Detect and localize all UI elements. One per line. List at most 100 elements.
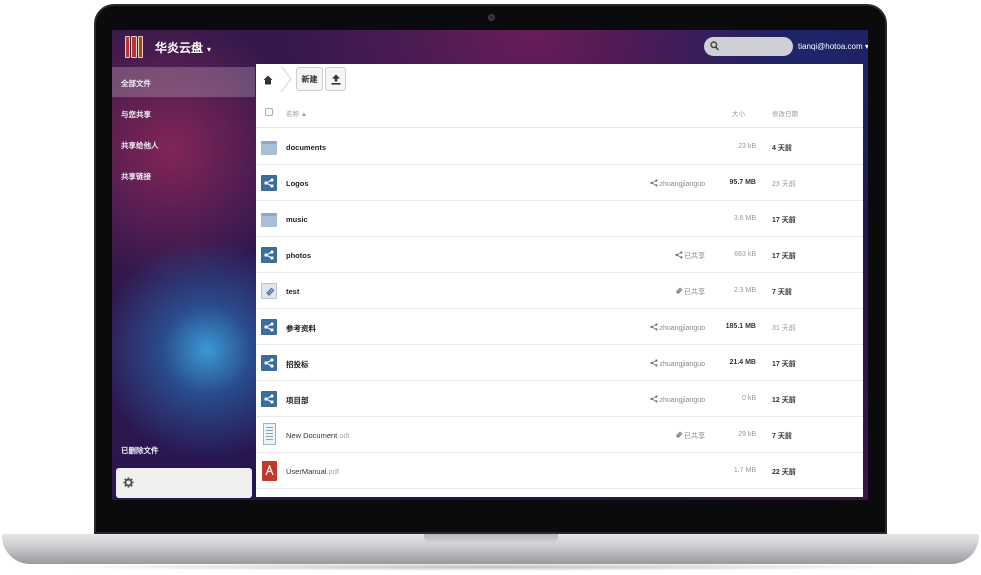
link-icon	[675, 431, 683, 439]
folder-icon	[261, 141, 277, 155]
table-row[interactable]: 招投标 zhuangjianguo 21.4 MB 17 天前	[256, 345, 863, 381]
file-name[interactable]: music	[286, 215, 308, 224]
file-name[interactable]: photos	[286, 251, 311, 260]
breadcrumb-separator	[280, 66, 292, 92]
select-all-checkbox[interactable]	[265, 108, 273, 116]
screen: 华炎云盘 ▾ tianqi@hotoa.com ▾ 全部文件 与您共享 共享给他人…	[112, 30, 868, 500]
table-row[interactable]: 项目部 zhuangjianguo 0 kB 12 天前	[256, 381, 863, 417]
user-menu[interactable]: tianqi@hotoa.com ▾	[798, 42, 868, 51]
sidebar-item-shared-with-you[interactable]: 与您共享	[112, 98, 255, 128]
file-extension: .pdf	[326, 467, 339, 476]
file-size: 21.4 MB	[729, 359, 756, 366]
share-status[interactable]: zhuangjianguo	[650, 395, 705, 404]
folder-icon	[261, 213, 277, 227]
file-extension: .odt	[337, 431, 350, 440]
table-header: 名称 ▲ 大小 修改日期	[256, 96, 863, 128]
file-name[interactable]: 参考资料	[286, 323, 316, 334]
upload-button[interactable]	[325, 67, 346, 91]
link-icon	[675, 287, 683, 295]
share-icon	[675, 251, 683, 259]
file-name[interactable]: 招投标	[286, 359, 309, 370]
file-date: 31 天前	[772, 325, 796, 332]
sidebar-item-shared-links[interactable]: 共享链接	[112, 160, 255, 190]
file-size: 3.6 MB	[733, 215, 756, 222]
file-size: 185.1 MB	[725, 323, 756, 330]
camera	[488, 14, 495, 21]
table-row[interactable]: photos 已共享 663 kB 17 天前	[256, 237, 863, 273]
share-label: zhuangjianguo	[659, 361, 705, 368]
column-header-name[interactable]: 名称 ▲	[286, 108, 307, 118]
app-title-menu[interactable]: 华炎云盘 ▾	[155, 39, 211, 56]
header: 华炎云盘 ▾ tianqi@hotoa.com ▾	[112, 30, 868, 64]
sidebar-item-deleted-files[interactable]: 已删除文件	[112, 434, 255, 464]
table-row[interactable]: music 3.6 MB 17 天前	[256, 201, 863, 237]
file-date: 17 天前	[772, 253, 796, 260]
share-icon	[650, 323, 659, 331]
table-row[interactable]: 参考资料 zhuangjianguo 185.1 MB 31 天前	[256, 309, 863, 345]
share-label: 已共享	[684, 253, 705, 260]
file-size: 95.7 MB	[729, 179, 756, 186]
share-label: zhuangjianguo	[659, 397, 705, 404]
sidebar-item-shared-with-others[interactable]: 共享给他人	[112, 129, 255, 159]
shared-folder-icon	[261, 391, 277, 407]
file-basename: New Document	[286, 431, 338, 440]
table-row[interactable]: Logos zhuangjianguo 95.7 MB 23 天前	[256, 165, 863, 201]
settings-button[interactable]	[116, 468, 252, 498]
file-basename: UserManual	[286, 467, 327, 476]
file-date: 23 天前	[772, 181, 796, 188]
new-button[interactable]: 新建	[296, 67, 323, 91]
share-label: zhuangjianguo	[659, 325, 705, 332]
home-icon	[263, 75, 273, 85]
share-icon	[650, 179, 659, 187]
toolbar: 新建	[256, 64, 863, 96]
file-date: 17 天前	[772, 217, 796, 224]
table-row[interactable]: UserManual.pdf 1.7 MB 22 天前	[256, 453, 863, 489]
search-input[interactable]	[722, 39, 788, 54]
share-label: zhuangjianguo	[659, 181, 705, 188]
file-size: 29 kB	[738, 431, 756, 438]
share-label: 已共享	[684, 289, 705, 296]
file-name[interactable]: 项目部	[286, 395, 309, 406]
share-icon	[650, 395, 659, 403]
chevron-down-icon: ▾	[207, 45, 212, 54]
column-header-date[interactable]: 修改日期	[772, 108, 798, 118]
search-box[interactable]	[704, 37, 793, 56]
share-status[interactable]: 已共享	[675, 287, 705, 297]
file-name[interactable]: New Document.odt	[286, 431, 350, 440]
share-status[interactable]: zhuangjianguo	[650, 179, 705, 188]
column-header-size[interactable]: 大小	[732, 108, 745, 118]
shared-folder-icon	[261, 247, 277, 263]
shared-folder-icon	[261, 175, 277, 191]
share-label: 已共享	[684, 433, 705, 440]
file-date: 22 天前	[772, 469, 796, 476]
document-icon	[263, 423, 276, 445]
table-row[interactable]: test 已共享 2.3 MB 7 天前	[256, 273, 863, 309]
shared-folder-icon	[261, 355, 277, 371]
file-date: 12 天前	[772, 397, 796, 404]
file-date: 7 天前	[772, 289, 792, 296]
share-status[interactable]: 已共享	[675, 251, 705, 261]
sidebar: 全部文件 与您共享 共享给他人 共享链接 已删除文件	[112, 64, 255, 500]
file-date: 7 天前	[772, 433, 792, 440]
link-folder-icon	[261, 283, 277, 299]
file-name[interactable]: Logos	[286, 179, 309, 188]
share-status[interactable]: zhuangjianguo	[650, 323, 705, 332]
file-date: 17 天前	[772, 361, 796, 368]
file-date: 4 天前	[772, 145, 792, 152]
upload-icon	[331, 74, 340, 85]
share-status[interactable]: 已共享	[675, 431, 705, 441]
table-row[interactable]: documents 23 kB 4 天前	[256, 129, 863, 165]
breadcrumb-home[interactable]	[263, 72, 273, 90]
file-name[interactable]: test	[286, 287, 299, 296]
search-icon	[710, 41, 719, 51]
file-size: 0 kB	[741, 395, 756, 402]
file-name[interactable]: documents	[286, 143, 326, 152]
app-logo[interactable]	[125, 36, 143, 58]
laptop-notch	[424, 534, 558, 544]
file-name[interactable]: UserManual.pdf	[286, 467, 339, 476]
sidebar-item-all-files[interactable]: 全部文件	[112, 67, 255, 97]
share-status[interactable]: zhuangjianguo	[650, 359, 705, 368]
table-row[interactable]: New Document.odt 已共享 29 kB 7 天前	[256, 417, 863, 453]
app-title: 华炎云盘	[155, 41, 204, 55]
pdf-icon	[262, 461, 277, 481]
